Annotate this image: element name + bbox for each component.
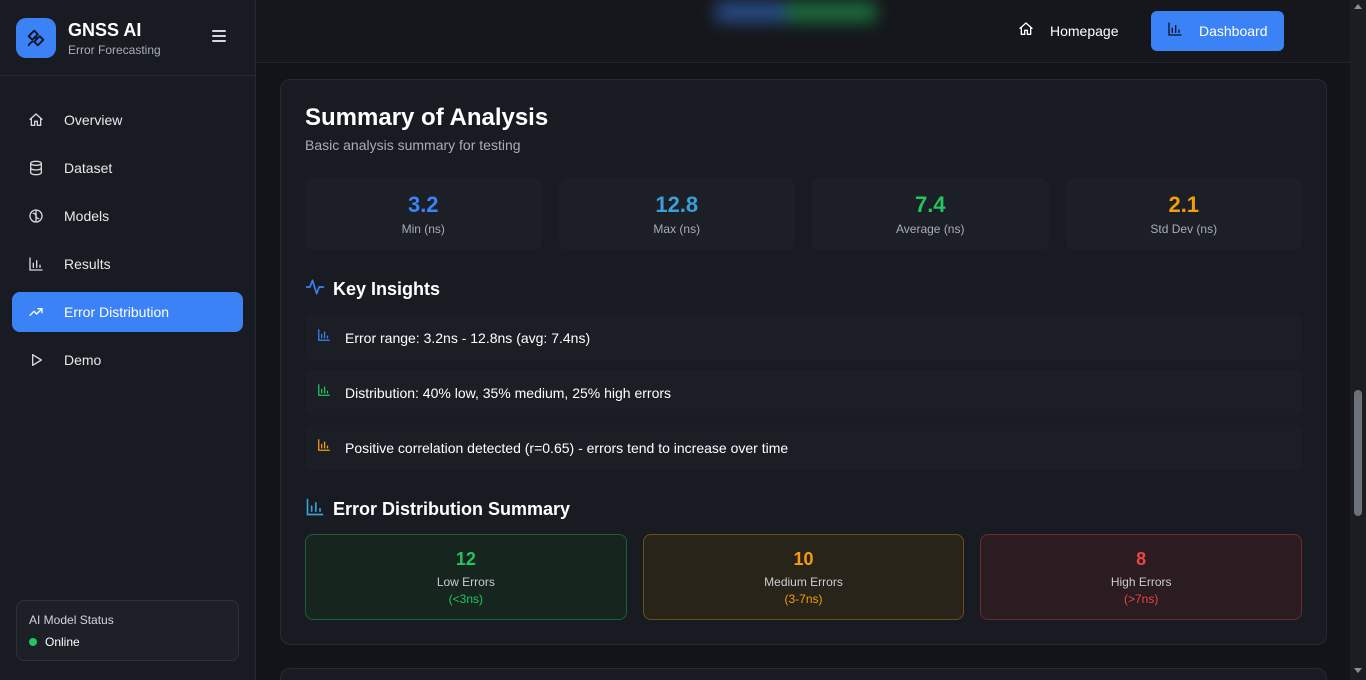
brand: GNSS AI Error Forecasting (0, 0, 255, 76)
dist-label: Low Errors (436, 574, 495, 589)
page-scrollbar[interactable] (1350, 0, 1366, 680)
status-dot-icon (29, 638, 37, 646)
scroll-up-arrow-icon[interactable] (1354, 4, 1362, 9)
stat-card-max: 12.8 Max (ns) (558, 178, 795, 250)
key-insights-title: Key Insights (333, 279, 441, 299)
sidebar-item-label: Demo (64, 352, 102, 368)
sidebar-item-dataset[interactable]: Dataset (12, 148, 243, 188)
dist-range: (3-7ns) (784, 591, 823, 606)
sidebar-item-label: Error Distribution (64, 304, 170, 320)
scrollbar-thumb[interactable] (1354, 390, 1362, 516)
stat-label: Min (ns) (401, 222, 445, 236)
header-glow (716, 2, 876, 22)
dist-range: (>7ns) (1124, 591, 1159, 606)
stat-label: Max (ns) (653, 222, 701, 236)
stat-card-average: 7.4 Average (ns) (812, 178, 1049, 250)
scroll-down-arrow-icon[interactable] (1354, 668, 1362, 673)
activity-icon (305, 277, 325, 302)
stat-label: Std Dev (ns) (1150, 222, 1218, 236)
top-header: Homepage Dashboard (256, 0, 1350, 63)
insight-item: Error range: 3.2ns - 12.8ns (avg: 7.4ns) (305, 315, 1302, 360)
insight-item: Distribution: 40% low, 35% medium, 25% h… (305, 370, 1302, 415)
dist-label: Medium Errors (764, 574, 843, 589)
error-distribution-heading: Error Distribution Summary (305, 497, 570, 522)
dist-range: (<3ns) (448, 591, 484, 606)
bar-chart-icon (1167, 21, 1183, 42)
menu-icon[interactable] (212, 30, 226, 42)
bar-chart-icon (305, 497, 325, 522)
stat-value: 7.4 (914, 192, 946, 217)
sidebar-item-label: Overview (64, 112, 123, 128)
bar-chart-icon (28, 256, 44, 272)
model-status-card: AI Model Status Online (16, 600, 239, 661)
sidebar-item-models[interactable]: Models (12, 196, 243, 236)
bar-chart-icon (317, 438, 331, 457)
dist-label: High Errors (1110, 574, 1172, 589)
database-icon (28, 160, 44, 176)
brain-icon (28, 208, 44, 224)
sidebar-nav: Overview Dataset Models Results Error Di… (0, 76, 255, 380)
stat-value: 2.1 (1168, 192, 1200, 217)
stat-value: 12.8 (655, 192, 699, 217)
homepage-label: Homepage (1050, 23, 1119, 39)
error-distribution-title: Error Distribution Summary (333, 499, 571, 519)
page-title: Summary of Analysis (305, 104, 549, 131)
dashboard-button[interactable]: Dashboard (1151, 11, 1284, 51)
insight-text: Positive correlation detected (r=0.65) -… (345, 439, 789, 456)
distribution-cards: 12 Low Errors (<3ns) 10 Medium Errors (3… (305, 534, 1303, 620)
dist-value: 12 (455, 548, 476, 569)
insight-text: Distribution: 40% low, 35% medium, 25% h… (345, 384, 672, 401)
brand-title: GNSS AI (68, 19, 142, 40)
sidebar-item-label: Results (64, 256, 111, 272)
summary-panel: Summary of Analysis Basic analysis summa… (280, 79, 1327, 645)
play-icon (28, 352, 44, 368)
dashboard-label: Dashboard (1199, 23, 1268, 39)
insight-text: Error range: 3.2ns - 12.8ns (avg: 7.4ns) (345, 329, 591, 346)
next-section-panel (280, 668, 1327, 680)
sidebar-item-results[interactable]: Results (12, 244, 243, 284)
model-status-value: Online (45, 635, 80, 649)
page-subtitle: Basic analysis summary for testing (305, 137, 521, 153)
key-insights-heading: Key Insights (305, 277, 440, 302)
bar-chart-icon (317, 383, 331, 402)
homepage-link[interactable]: Homepage (1018, 18, 1119, 44)
stat-value: 3.2 (407, 192, 439, 217)
high-errors-card: 8 High Errors (>7ns) (980, 534, 1303, 620)
low-errors-card: 12 Low Errors (<3ns) (305, 534, 627, 620)
sidebar-item-label: Models (64, 208, 110, 224)
sidebar-item-error-distribution[interactable]: Error Distribution (12, 292, 243, 332)
brand-subtitle: Error Forecasting (68, 42, 161, 57)
dist-value: 10 (793, 548, 814, 569)
insight-item: Positive correlation detected (r=0.65) -… (305, 425, 1302, 470)
dist-value: 8 (1136, 548, 1147, 569)
sidebar-item-overview[interactable]: Overview (12, 100, 243, 140)
sidebar: GNSS AI Error Forecasting Overview Datas… (0, 0, 256, 680)
stat-card-std-dev: 2.1 Std Dev (ns) (1065, 178, 1302, 250)
stats-row: 3.2 Min (ns) 12.8 Max (ns) 7.4 Average (… (305, 178, 1302, 250)
sidebar-item-label: Dataset (64, 160, 113, 176)
sidebar-item-demo[interactable]: Demo (12, 340, 243, 380)
stat-card-min: 3.2 Min (ns) (305, 178, 542, 250)
stat-label: Average (ns) (896, 222, 965, 236)
trending-up-icon (28, 304, 44, 320)
home-icon (28, 112, 44, 128)
medium-errors-card: 10 Medium Errors (3-7ns) (642, 534, 965, 620)
satellite-icon (16, 17, 56, 58)
home-icon (1018, 21, 1034, 42)
bar-chart-icon (317, 328, 331, 347)
model-status-title: AI Model Status (29, 613, 114, 627)
